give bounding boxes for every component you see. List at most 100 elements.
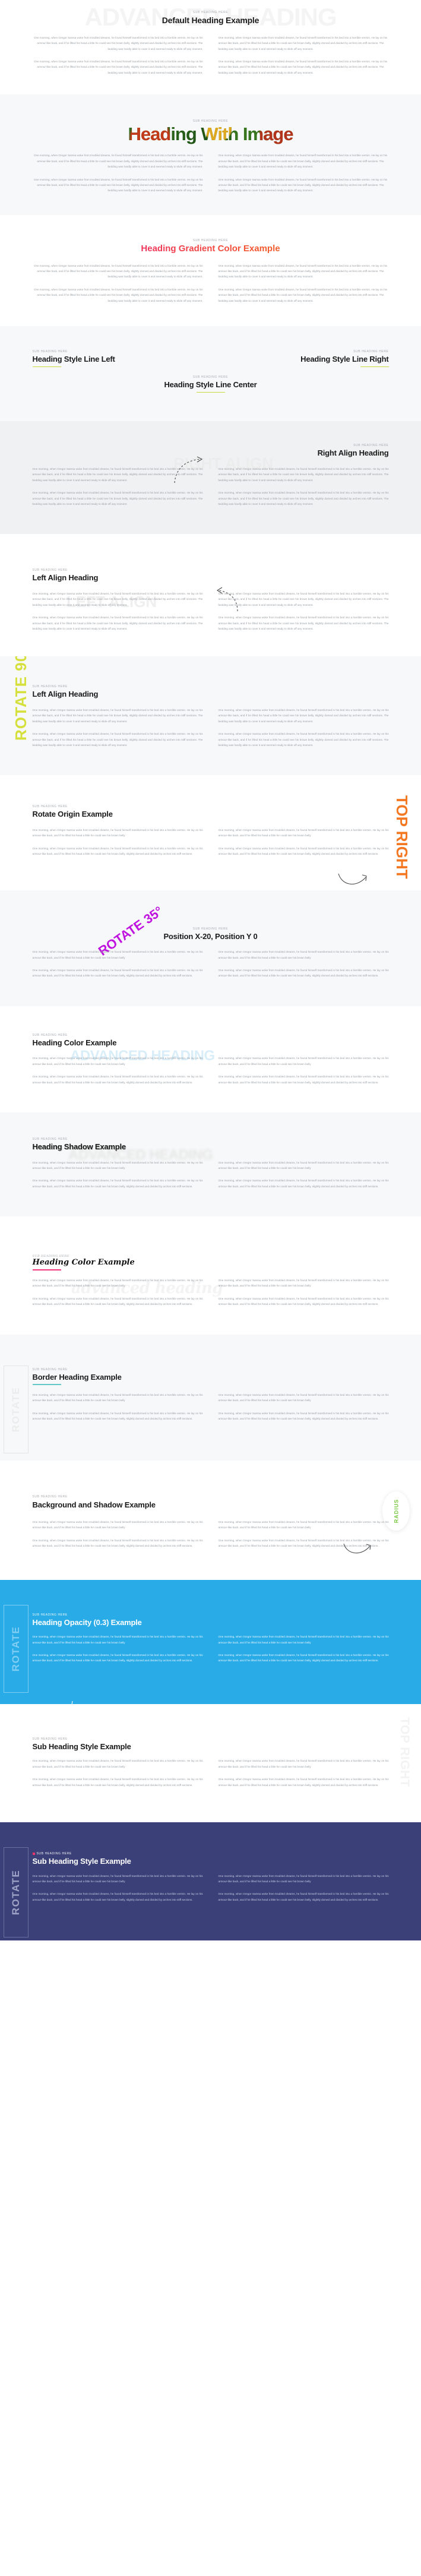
heading-block-background-shadow: SUB HEADING HERE Background and Shadow E… bbox=[33, 1495, 389, 1512]
paragraph: One morning, when Gregor Samsa woke from… bbox=[218, 154, 387, 169]
paragraph: One morning, when Gregor Samsa woke from… bbox=[32, 846, 203, 856]
curved-arrow-icon bbox=[71, 1701, 73, 1704]
paragraph: One morning, when Gregor Samsa woke from… bbox=[32, 491, 203, 505]
page-title: Right Align Heading bbox=[317, 448, 389, 458]
sub-heading-label: SUB HEADING HERE bbox=[353, 444, 389, 448]
paragraph: One morning, when Gregor Samsa woke from… bbox=[218, 592, 389, 606]
paragraph: One morning, when Gregor Samsa woke from… bbox=[218, 1778, 389, 1787]
paragraph: One morning, when Gregor Samsa woke from… bbox=[218, 950, 389, 959]
paragraph: One morning, when Gregor Samsa woke from… bbox=[218, 708, 389, 723]
page-title: Rotate Origin Example bbox=[32, 810, 113, 819]
rotated-label-rotate: ROTATE bbox=[10, 1626, 21, 1671]
paragraph: One morning, when Gregor Samsa woke from… bbox=[34, 264, 203, 279]
rotated-label-rotate: ROTATE bbox=[10, 1869, 21, 1916]
heading-block-right-align: SUB HEADING HERE Right Align Heading bbox=[33, 444, 389, 458]
text-column-right: One morning, when Gregor Samsa woke from… bbox=[219, 1519, 389, 1556]
paragraph: One morning, when Gregor Samsa woke from… bbox=[32, 1874, 203, 1883]
heading-block-sub-heading-navy: SUB HEADING HERE Sub Heading Style Examp… bbox=[32, 1852, 389, 1866]
paragraph: One morning, when Gregor Samsa woke from… bbox=[218, 60, 387, 74]
heading-block-color-script: SUB HEADING HERE Heading Color Example bbox=[32, 1254, 389, 1270]
paragraph: One morning, when Gregor Samsa woke from… bbox=[218, 1653, 389, 1662]
sub-heading-label: SUB HEADING HERE bbox=[32, 1495, 68, 1499]
accent-underline bbox=[32, 366, 61, 368]
page-title: Position X-20, Position Y 0 bbox=[163, 931, 258, 941]
section-default-heading: ADVANCED HEADING SUB HEADING HERE Defaul… bbox=[0, 0, 421, 95]
paragraph: One morning, when Gregor Samsa woke from… bbox=[218, 1411, 389, 1420]
section-heading-shadow: ADVANCED HEADING SUB HEADING HERE Headin… bbox=[0, 1112, 421, 1217]
paragraph: One morning, when Gregor Samsa woke from… bbox=[218, 1635, 389, 1644]
text-column-left: One morning, when Gregor Samsa woke from… bbox=[33, 1758, 203, 1795]
sub-heading-label: SUB HEADING HERE bbox=[192, 11, 229, 14]
paragraph: One morning, when Gregor Samsa woke from… bbox=[32, 592, 203, 606]
paragraph: One morning, when Gregor Samsa woke from… bbox=[218, 264, 387, 279]
paragraph: One morning, when Gregor Samsa woke from… bbox=[34, 154, 203, 169]
sub-heading-label: SUB HEADING HERE bbox=[32, 1033, 68, 1037]
section-rotate-origin: TOP RIGHT SUB HEADING HERE Rotate Origin… bbox=[0, 775, 421, 890]
section-heading-with-image: SUB HEADING HERE Heading With Image One … bbox=[0, 94, 421, 215]
paragraph: One morning, when Gregor Samsa woke from… bbox=[32, 1057, 203, 1066]
paragraph: One morning, when Gregor Samsa woke from… bbox=[32, 1393, 203, 1402]
paragraph: One morning, when Gregor Samsa woke from… bbox=[32, 829, 203, 837]
page-title: Heading With Image bbox=[32, 124, 389, 145]
text-column-left: One morning, when Gregor Samsa woke from… bbox=[33, 827, 203, 864]
heading-block-sub-heading-style: SUB HEADING HERE Sub Heading Style Examp… bbox=[33, 1737, 389, 1752]
page-title: Default Heading Example bbox=[162, 15, 259, 25]
heading-block-left-align: SUB HEADING HERE Left Align Heading bbox=[33, 568, 389, 583]
text-column-right: One morning, when Gregor Samsa woke from… bbox=[219, 1160, 389, 1197]
paragraph: One morning, when Gregor Samsa woke from… bbox=[218, 1520, 389, 1529]
paragraph: One morning, when Gregor Samsa woke from… bbox=[32, 1778, 203, 1787]
text-column-left: One morning, when Gregor Samsa woke from… bbox=[33, 1392, 203, 1429]
heading-block-line-right: SUB HEADING HERE Heading Style Line Righ… bbox=[300, 349, 389, 368]
paragraph: One morning, when Gregor Samsa woke from… bbox=[218, 467, 389, 482]
text-column-right: One morning, when Gregor Samsa woke from… bbox=[219, 1392, 389, 1429]
text-column-right: One morning, when Gregor Samsa woke from… bbox=[219, 707, 389, 755]
paragraph: One morning, when Gregor Samsa woke from… bbox=[32, 1538, 203, 1548]
paragraph: One morning, when Gregor Samsa woke from… bbox=[218, 1278, 389, 1288]
paragraph: One morning, when Gregor Samsa woke from… bbox=[218, 1892, 389, 1901]
text-column-left: One morning, when Gregor Samsa woke from… bbox=[33, 1160, 203, 1197]
sub-heading-label: SUB HEADING HERE bbox=[192, 927, 229, 931]
sub-heading-label: SUB HEADING HERE bbox=[32, 1137, 68, 1142]
heading-block-image: SUB HEADING HERE Heading With Image bbox=[32, 119, 389, 145]
sub-heading-row: SUB HEADING HERE bbox=[32, 1852, 389, 1856]
paragraph: One morning, when Gregor Samsa woke from… bbox=[32, 467, 203, 482]
page-title: Heading Color Example bbox=[32, 1038, 117, 1047]
sub-heading-label: SUB HEADING HERE bbox=[32, 1367, 68, 1371]
sub-heading-label: SUB HEADING HERE bbox=[32, 685, 68, 689]
paragraph: One morning, when Gregor Samsa woke from… bbox=[32, 1635, 203, 1644]
page-title: Heading Gradient Color Example bbox=[33, 244, 389, 255]
paragraph: One morning, when Gregor Samsa woke from… bbox=[218, 287, 387, 302]
rotate-box-label: ROTATE bbox=[4, 1365, 29, 1453]
text-column-right: One morning, when Gregor Samsa woke from… bbox=[219, 1873, 389, 1910]
sub-heading-label: SUB HEADING HERE bbox=[32, 805, 68, 809]
heading-block-border: SUB HEADING HERE Border Heading Example bbox=[32, 1367, 389, 1385]
text-column-right: One morning, when Gregor Samsa woke from… bbox=[219, 1634, 389, 1671]
text-column-left: One morning, when Gregor Samsa woke from… bbox=[33, 949, 203, 986]
rotate-box-label: ROTATE bbox=[4, 1604, 29, 1693]
page-title: Left Align Heading bbox=[32, 690, 99, 699]
text-column-right: One morning, when Gregor Samsa woke from… bbox=[219, 949, 389, 986]
sub-heading-label: SUB HEADING HERE bbox=[353, 349, 389, 353]
text-column-right: One morning, when Gregor Samsa woke from… bbox=[219, 263, 389, 311]
section-border-heading: ROTATE SUB HEADING HERE Border Heading E… bbox=[0, 1334, 421, 1461]
paragraph: One morning, when Gregor Samsa woke from… bbox=[218, 616, 389, 630]
text-column-right: One morning, when Gregor Samsa woke from… bbox=[219, 153, 389, 200]
page-title: Heading Style Line Left bbox=[32, 354, 115, 364]
paragraph: One morning, when Gregor Samsa woke from… bbox=[218, 1161, 389, 1170]
page-title: Heading Shadow Example bbox=[32, 1142, 126, 1152]
page-title: Heading Style Line Right bbox=[300, 354, 389, 364]
text-column-left: One morning, when Gregor Samsa woke from… bbox=[33, 1278, 203, 1314]
page-title: Border Heading Example bbox=[32, 1372, 122, 1382]
section-background-shadow: RADIUS SUB HEADING HERE Background and S… bbox=[0, 1461, 421, 1580]
paragraph: One morning, when Gregor Samsa woke from… bbox=[218, 36, 387, 50]
section-left-align: LEFT ALIGN SUB HEADING HERE Left Align H… bbox=[0, 534, 421, 657]
paragraph: One morning, when Gregor Samsa woke from… bbox=[218, 1538, 389, 1548]
paragraph: One morning, when Gregor Samsa woke from… bbox=[218, 1057, 389, 1066]
section-heading-opacity: ROTATE SUB HEADING HERE Heading Opacity … bbox=[0, 1579, 421, 1704]
paragraph: One morning, when Gregor Samsa woke from… bbox=[32, 969, 203, 978]
text-column-left: One morning, when Gregor Samsa woke from… bbox=[33, 263, 203, 311]
text-column-left: One morning, when Gregor Samsa woke from… bbox=[33, 591, 203, 639]
section-sub-heading-style: TOP RIGHT SUB HEADING HERE Sub Heading S… bbox=[0, 1703, 421, 1822]
heading-block-line-left: SUB HEADING HERE Heading Style Line Left bbox=[32, 350, 115, 368]
paragraph: One morning, when Gregor Samsa woke from… bbox=[218, 1759, 389, 1768]
